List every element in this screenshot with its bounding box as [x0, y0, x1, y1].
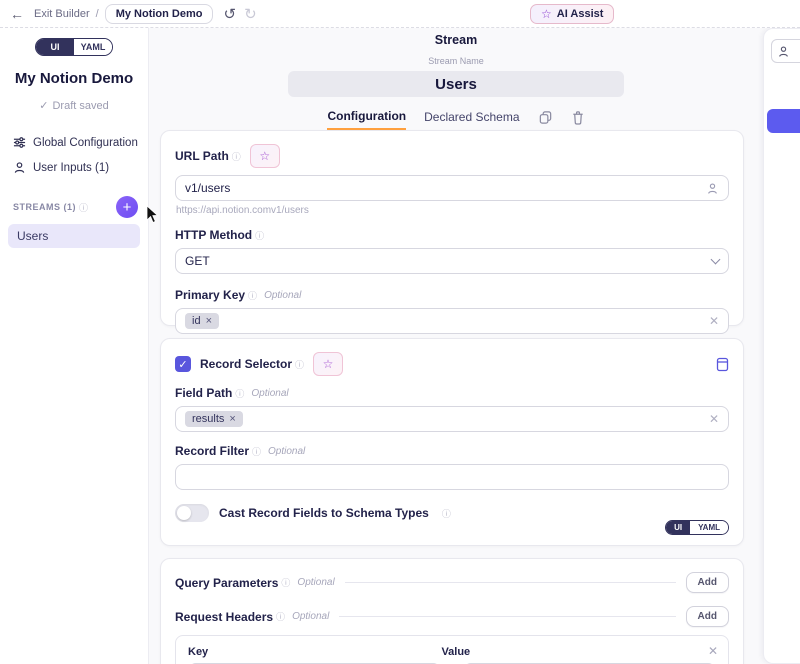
query-parameters-label: Query Parameters	[175, 576, 278, 590]
card-ui-yaml-toggle: UI YAML	[665, 520, 729, 535]
info-icon[interactable]: ⓘ	[442, 507, 451, 520]
tab-configuration[interactable]: Configuration	[327, 109, 406, 130]
optional-badge: Optional	[264, 290, 301, 301]
exit-builder-link[interactable]: Exit Builder	[34, 8, 90, 20]
request-config-card: URL Path ⓘ ☆ v1/users https://api.notion…	[160, 130, 744, 326]
optional-badge: Optional	[297, 577, 334, 588]
ui-yaml-toggle: UI YAML	[35, 38, 113, 56]
ai-assist-label: AI Assist	[557, 8, 604, 20]
stream-name-label: Stream Name	[149, 56, 763, 66]
sparkle-icon: ☆	[541, 7, 552, 21]
request-options-card: Query Parameters ⓘ Optional Add Request …	[160, 558, 744, 664]
test-button[interactable]	[767, 109, 800, 133]
primary-key-label: Primary Key	[175, 288, 245, 302]
ai-suggest-button[interactable]: ☆	[313, 352, 343, 376]
top-bar: ← Exit Builder / My Notion Demo ↺ ↻ ☆ AI…	[0, 0, 800, 28]
record-selector-card: ✓ Record Selector ⓘ ☆ Field Path ⓘ Optio…	[160, 338, 744, 546]
value-label: Value	[441, 646, 694, 658]
record-selector-label: Record Selector	[200, 357, 292, 371]
back-icon[interactable]: ←	[10, 6, 24, 22]
builder-title: My Notion Demo	[0, 70, 148, 87]
remove-tag-icon[interactable]: ×	[229, 413, 235, 425]
toggle-yaml[interactable]: YAML	[74, 39, 112, 55]
sidebar-item-global-configuration[interactable]: Global Configuration	[0, 130, 148, 155]
testing-panel	[763, 28, 800, 664]
breadcrumb-separator: /	[96, 8, 99, 20]
person-icon	[13, 161, 26, 174]
add-stream-button[interactable]: +	[116, 196, 138, 218]
add-request-header-button[interactable]: Add	[686, 606, 729, 627]
info-icon[interactable]: ⓘ	[235, 387, 244, 400]
request-header-row: ✕ Key Value Notion-Version 2022-06-28	[175, 635, 729, 664]
chevron-down-icon	[711, 254, 721, 264]
check-icon: ✓	[39, 100, 48, 112]
sidebar-item-label: User Inputs (1)	[33, 162, 109, 174]
toggle-ui[interactable]: UI	[36, 39, 74, 55]
add-query-parameter-button[interactable]: Add	[686, 572, 729, 593]
clear-field-icon[interactable]: ✕	[709, 314, 719, 328]
undo-icon[interactable]: ↺	[223, 5, 236, 23]
record-filter-input[interactable]	[175, 464, 729, 490]
info-icon[interactable]: ⓘ	[295, 358, 304, 371]
sidebar: UI YAML My Notion Demo ✓Draft saved Glob…	[0, 28, 149, 664]
toggle-yaml[interactable]: YAML	[690, 521, 728, 534]
optional-badge: Optional	[268, 446, 305, 457]
ai-suggest-button[interactable]: ☆	[250, 144, 280, 168]
draft-status: ✓Draft saved	[0, 99, 148, 112]
http-method-select[interactable]: GET	[175, 248, 729, 274]
field-path-label: Field Path	[175, 386, 232, 400]
primary-key-tag-input[interactable]: id × ✕	[175, 308, 729, 334]
info-icon[interactable]: ⓘ	[232, 150, 241, 163]
streams-header: STREAMS (1)	[13, 202, 76, 212]
info-icon[interactable]: ⓘ	[79, 201, 88, 214]
ai-assist-button[interactable]: ☆ AI Assist	[530, 4, 614, 24]
http-method-label: HTTP Method	[175, 228, 252, 242]
tab-declared-schema[interactable]: Declared Schema	[424, 110, 519, 129]
record-filter-label: Record Filter	[175, 444, 249, 458]
stream-tabs: Configuration Declared Schema	[149, 109, 763, 130]
stream-title: Stream	[149, 33, 763, 47]
stream-list-item-users[interactable]: Users	[8, 224, 140, 248]
testing-values-input[interactable]	[771, 39, 800, 63]
tag-chip[interactable]: id ×	[185, 313, 219, 329]
copy-stream-icon[interactable]	[538, 110, 553, 129]
info-icon[interactable]: ⓘ	[276, 610, 285, 623]
info-icon[interactable]: ⓘ	[255, 229, 264, 242]
url-preview: https://api.notion.comv1/users	[176, 205, 729, 216]
stream-editor: Stream Stream Name Users Configuration D…	[149, 28, 763, 664]
optional-badge: Optional	[292, 611, 329, 622]
project-name-field[interactable]: My Notion Demo	[105, 4, 214, 24]
cast-fields-label: Cast Record Fields to Schema Types	[219, 506, 429, 520]
key-label: Key	[188, 646, 441, 658]
redo-icon[interactable]: ↻	[244, 5, 257, 23]
url-path-label: URL Path	[175, 149, 229, 163]
stream-name-input[interactable]: Users	[288, 71, 624, 97]
field-path-tag-input[interactable]: results × ✕	[175, 406, 729, 432]
tag-chip[interactable]: results ×	[185, 411, 243, 427]
clear-field-icon[interactable]: ✕	[709, 412, 719, 426]
sliders-icon	[13, 136, 26, 149]
record-selector-checkbox[interactable]: ✓	[175, 356, 191, 372]
info-icon[interactable]: ⓘ	[248, 289, 257, 302]
toggle-ui[interactable]: UI	[666, 521, 690, 534]
sidebar-item-label: Global Configuration	[33, 137, 138, 149]
optional-badge: Optional	[251, 388, 288, 399]
info-icon[interactable]: ⓘ	[281, 576, 290, 589]
url-path-input[interactable]: v1/users	[175, 175, 729, 201]
cast-fields-toggle[interactable]	[175, 504, 209, 522]
delete-stream-icon[interactable]	[571, 110, 585, 129]
remove-header-icon[interactable]: ✕	[708, 644, 718, 658]
request-headers-label: Request Headers	[175, 610, 273, 624]
remove-tag-icon[interactable]: ×	[206, 315, 212, 327]
user-input-icon[interactable]	[706, 182, 719, 195]
person-icon	[777, 45, 790, 58]
sidebar-item-user-inputs[interactable]: User Inputs (1)	[0, 155, 148, 180]
info-icon[interactable]: ⓘ	[252, 445, 261, 458]
docs-icon[interactable]	[716, 357, 729, 372]
